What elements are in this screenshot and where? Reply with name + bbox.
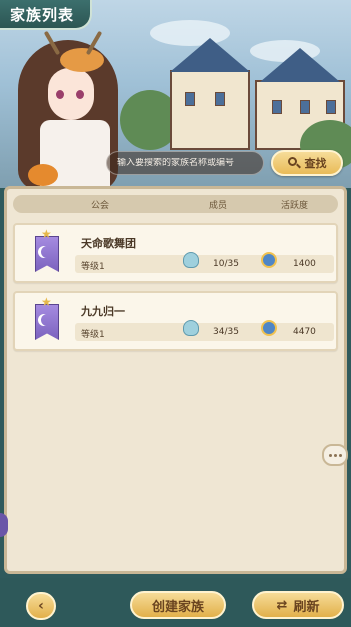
- window-decoration: [215, 92, 225, 106]
- member-icon: [183, 252, 199, 268]
- guild-list-panel: 公会 成员 活跃度 ★ 天命歌舞团 等级1 10/35 1400 ★ 九九归一 …: [4, 186, 347, 574]
- character-face: [48, 68, 94, 120]
- create-family-button[interactable]: 创建家族: [130, 591, 226, 619]
- guild-row[interactable]: ★ 九九归一 等级1 34/35 4470: [13, 291, 338, 351]
- create-family-label: 创建家族: [151, 599, 204, 615]
- roof-decoration: [260, 48, 340, 82]
- refresh-label: 刷新: [293, 599, 320, 615]
- search-field[interactable]: [106, 151, 264, 175]
- column-header-members: 成员: [209, 201, 228, 211]
- window-decoration: [300, 100, 310, 114]
- character-eye: [56, 90, 64, 99]
- guild-level: 等级1: [81, 262, 105, 272]
- guild-row[interactable]: ★ 天命歌舞团 等级1 10/35 1400: [13, 223, 338, 283]
- column-header-activity: 活跃度: [281, 201, 309, 211]
- window-decoration: [326, 100, 336, 114]
- guild-name: 九九归一: [81, 305, 125, 318]
- search-button-label: 查找: [304, 157, 327, 170]
- moon-banner-icon: ★: [35, 228, 59, 276]
- window-decoration: [185, 92, 195, 106]
- guild-members: 34/35: [213, 327, 239, 337]
- table-header: 公会 成员 活跃度: [13, 195, 338, 213]
- guild-activity: 1400: [293, 259, 316, 269]
- house-decoration: [170, 70, 250, 150]
- back-button[interactable]: ‹: [26, 592, 56, 620]
- roof-decoration: [170, 38, 250, 72]
- guild-members: 10/35: [213, 259, 239, 269]
- guild-level: 等级1: [81, 330, 105, 340]
- search-button[interactable]: 查找: [271, 150, 343, 176]
- refresh-button[interactable]: ⇄ 刷新: [252, 591, 344, 619]
- window-decoration: [272, 100, 282, 114]
- chat-bubble-icon[interactable]: [322, 444, 348, 466]
- page-title-tab: 家族列表: [0, 0, 92, 30]
- search-input[interactable]: [117, 158, 257, 168]
- pumpkin-decoration: [28, 164, 58, 186]
- guild-name: 天命歌舞团: [81, 237, 136, 250]
- magnifier-icon: [287, 157, 301, 169]
- chevron-left-icon: ‹: [38, 598, 44, 614]
- guild-activity: 4470: [293, 327, 316, 337]
- page-title: 家族列表: [10, 5, 75, 24]
- character-hat: [60, 48, 104, 72]
- character-eye: [76, 90, 84, 99]
- activity-icon: [261, 320, 277, 336]
- activity-icon: [261, 252, 277, 268]
- refresh-icon: ⇄: [276, 597, 288, 613]
- member-icon: [183, 320, 199, 336]
- column-header-guild: 公会: [91, 201, 110, 211]
- moon-banner-icon: ★: [35, 296, 59, 344]
